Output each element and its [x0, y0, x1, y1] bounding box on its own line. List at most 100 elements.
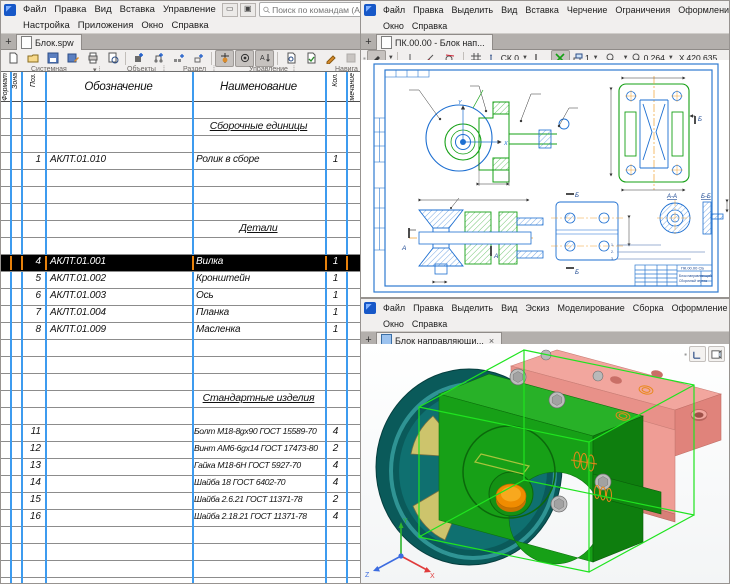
cell-pos [21, 374, 45, 390]
menu-item-окно[interactable]: Окно [137, 19, 167, 32]
specification-table[interactable]: Формат Зона Поз. Обозначение Наименовани… [1, 71, 360, 583]
drawing-canvas[interactable]: X Y [361, 60, 729, 297]
menu-item-файл[interactable]: Файл [379, 302, 409, 314]
spec-row[interactable]: 15Шайба 2.6.21 ГОСТ 11371-782 [1, 493, 360, 510]
model-viewport[interactable]: ▪ [361, 344, 729, 583]
spec-blank-row[interactable] [1, 238, 360, 255]
cell-pos [21, 578, 45, 583]
spec-row[interactable]: 8АКЛТ.01.009Масленка1 [1, 323, 360, 340]
spec-blank-row[interactable] [1, 357, 360, 374]
menu-item-черчение[interactable]: Черчение [563, 4, 612, 16]
menu-item-окно[interactable]: Окно [379, 318, 408, 330]
spec-row[interactable]: 7АКЛТ.01.004Планка1 [1, 306, 360, 323]
menu-item-вид[interactable]: Вид [497, 4, 521, 16]
spec-row[interactable]: 5АКЛТ.01.002Кронштейн1 [1, 272, 360, 289]
spec-blank-row[interactable] [1, 374, 360, 391]
spec-blank-row[interactable] [1, 578, 360, 583]
new-tab-button[interactable]: + [1, 36, 16, 50]
object-settings-icon[interactable] [189, 50, 208, 67]
menu-item-выделить[interactable]: Выделить [448, 4, 498, 16]
show-all-sections-icon[interactable] [235, 50, 254, 67]
cell-des: АКЛТ.01.004 [45, 306, 192, 322]
menu-item-эскиз[interactable]: Эскиз [521, 302, 553, 314]
menu-item-приложения[interactable]: Приложения [74, 19, 138, 32]
menu-item-вид[interactable]: Вид [90, 3, 115, 16]
svg-text:А-А: А-А [666, 194, 677, 200]
open-icon[interactable] [23, 50, 42, 67]
svg-text:Б: Б [575, 270, 579, 276]
add-row-icon[interactable] [169, 50, 188, 67]
menu-item-настройка[interactable]: Настройка [19, 19, 74, 32]
spec-toolbar: А Σ Страница: 1 [1, 50, 360, 66]
screenshot-button[interactable]: ▣ [240, 3, 256, 17]
menu-item-вставка[interactable]: Вставка [116, 3, 159, 16]
menu-item-справка[interactable]: Справка [167, 19, 212, 32]
tab-spec-document[interactable]: Блок.spw [16, 34, 82, 50]
new-tab-button[interactable]: + [361, 36, 376, 50]
view-settings-icon[interactable] [708, 346, 725, 362]
cell-fmt [1, 255, 10, 271]
spec-row[interactable]: 16Шайба 2.18.21 ГОСТ 11371-784 [1, 510, 360, 527]
menu-item-оформление[interactable]: Оформление [674, 4, 729, 16]
spec-blank-row[interactable] [1, 340, 360, 357]
menu-item-справка[interactable]: Справка [408, 20, 451, 32]
spec-blank-row[interactable] [1, 136, 360, 153]
menu-item-оформление[interactable]: Оформление [668, 302, 729, 314]
menu-item-вставка[interactable]: Вставка [521, 4, 562, 16]
tab-drawing-document[interactable]: ПК.00.00 - Блок нап... [376, 34, 493, 50]
spec-blank-row[interactable] [1, 170, 360, 187]
cell-pos [21, 221, 45, 237]
menu-item-правка[interactable]: Правка [409, 4, 447, 16]
cell-nam: Шайба 2.6.21 ГОСТ 11371-78 [192, 493, 325, 509]
menu-item-сборка[interactable]: Сборка [629, 302, 668, 314]
part-cap-orange[interactable] [496, 484, 526, 512]
spec-section-row[interactable]: Стандартные изделия [1, 391, 360, 408]
menu-item-правка[interactable]: Правка [50, 3, 90, 16]
menu-item-выделить[interactable]: Выделить [448, 302, 498, 314]
spec-row[interactable]: 4АКЛТ.01.001Вилка1 [1, 255, 360, 272]
spec-blank-row[interactable] [1, 408, 360, 425]
spec-section-row[interactable]: Детали [1, 221, 360, 238]
menu-item-окно[interactable]: Окно [379, 20, 408, 32]
edit-markers-icon[interactable] [321, 50, 340, 67]
spec-blank-row[interactable] [1, 204, 360, 221]
section-tree-icon[interactable] [215, 50, 234, 67]
new-doc-icon[interactable] [3, 50, 22, 67]
menu-item-вид[interactable]: Вид [497, 302, 521, 314]
doc-properties-icon[interactable] [281, 50, 300, 67]
spec-blank-row[interactable] [1, 187, 360, 204]
spec-row[interactable]: 1АКЛТ.01.010Ролик в сборе1 [1, 153, 360, 170]
search-input[interactable] [270, 4, 360, 16]
menu-item-справка[interactable]: Справка [408, 318, 451, 330]
spec-row[interactable]: 13Гайка М18-6Н ГОСТ 5927-704 [1, 459, 360, 476]
spec-blank-row[interactable] [1, 544, 360, 561]
spec-row[interactable]: 14Шайба 18 ГОСТ 6402-704 [1, 476, 360, 493]
sort-objects-icon[interactable]: А [255, 50, 274, 67]
menu-item-правка[interactable]: Правка [409, 302, 447, 314]
spec-section-row[interactable]: Сборочные единицы [1, 119, 360, 136]
add-base-object-icon[interactable] [129, 50, 148, 67]
spec-row[interactable]: 12Винт АМ6-6gх14 ГОСТ 17473-802 [1, 442, 360, 459]
menu-item-ограничения[interactable]: Ограничения [611, 4, 674, 16]
save-icon[interactable] [43, 50, 62, 67]
command-search[interactable] [259, 2, 360, 17]
cell-pos: 13 [21, 459, 45, 475]
spec-row[interactable]: 6АКЛТ.01.003Ось1 [1, 289, 360, 306]
cell-qty [325, 136, 346, 152]
orientation-icon[interactable] [689, 346, 706, 362]
spec-row[interactable]: 11Болт М18-8gх90 ГОСТ 15589-704 [1, 425, 360, 442]
menu-item-управление[interactable]: Управление [159, 3, 220, 16]
menu-item-моделирование[interactable]: Моделирование [553, 302, 628, 314]
spec-blank-row[interactable] [1, 102, 360, 119]
spec-blank-row[interactable] [1, 527, 360, 544]
menu-item-файл[interactable]: Файл [379, 4, 409, 16]
spec-blank-row[interactable] [1, 561, 360, 578]
add-derived-object-icon[interactable] [149, 50, 168, 67]
save-as-icon[interactable] [63, 50, 82, 67]
cell-qty [325, 238, 346, 254]
window-layout-button[interactable]: ▭ [222, 3, 238, 17]
doc-check-icon[interactable] [301, 50, 320, 67]
print-icon[interactable] [83, 50, 102, 67]
preview-icon[interactable] [103, 50, 122, 67]
menu-item-файл[interactable]: Файл [19, 3, 50, 16]
